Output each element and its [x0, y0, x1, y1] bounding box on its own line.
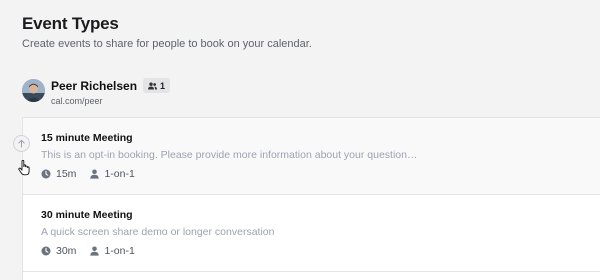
event-type-description: This is an opt-in booking. Please provid…: [41, 149, 418, 161]
page-title: Event Types: [22, 14, 119, 33]
event-type-title: 15 minute Meeting: [41, 132, 133, 144]
hand-pointer-icon: [18, 160, 30, 176]
duration-label: 15m: [56, 168, 77, 180]
arrow-up-icon: [18, 139, 25, 148]
user-icon: [90, 169, 100, 179]
event-type-item[interactable]: 30 minute Meeting A quick screen share d…: [23, 194, 600, 271]
profile-header: Peer Richelsen 1 cal.com/peer: [22, 78, 171, 106]
user-icon: [90, 246, 100, 256]
event-type-list: 15 minute Meeting This is an opt-in book…: [22, 117, 600, 280]
duration-badge: 30m: [41, 245, 76, 257]
event-type-title: 30 minute Meeting: [41, 209, 133, 221]
meeting-type-badge: 1-on-1: [90, 245, 135, 257]
profile-name: Peer Richelsen: [51, 78, 138, 93]
duration-badge: 15m: [41, 168, 76, 180]
event-types-page: Event Types Create events to share for p…: [0, 0, 600, 280]
event-type-meta: 30m 1-on-1: [41, 245, 149, 257]
event-type-item[interactable]: [23, 271, 600, 280]
clock-icon: [41, 246, 51, 256]
meeting-type-label: 1-on-1: [104, 168, 135, 180]
event-type-item[interactable]: 15 minute Meeting This is an opt-in book…: [23, 118, 600, 194]
event-type-description: A quick screen share demo or longer conv…: [41, 226, 275, 238]
clock-icon: [41, 169, 51, 179]
member-count-badge: 1: [143, 78, 171, 93]
avatar: [22, 79, 45, 102]
users-icon: [148, 82, 158, 89]
page-subtitle: Create events to share for people to boo…: [22, 38, 312, 50]
member-count: 1: [160, 80, 166, 91]
meeting-type-badge: 1-on-1: [90, 168, 135, 180]
move-up-button[interactable]: [13, 135, 30, 152]
event-type-meta: 15m 1-on-1: [41, 168, 149, 180]
profile-url[interactable]: cal.com/peer: [51, 96, 170, 106]
duration-label: 30m: [56, 245, 77, 257]
meeting-type-label: 1-on-1: [104, 245, 135, 257]
